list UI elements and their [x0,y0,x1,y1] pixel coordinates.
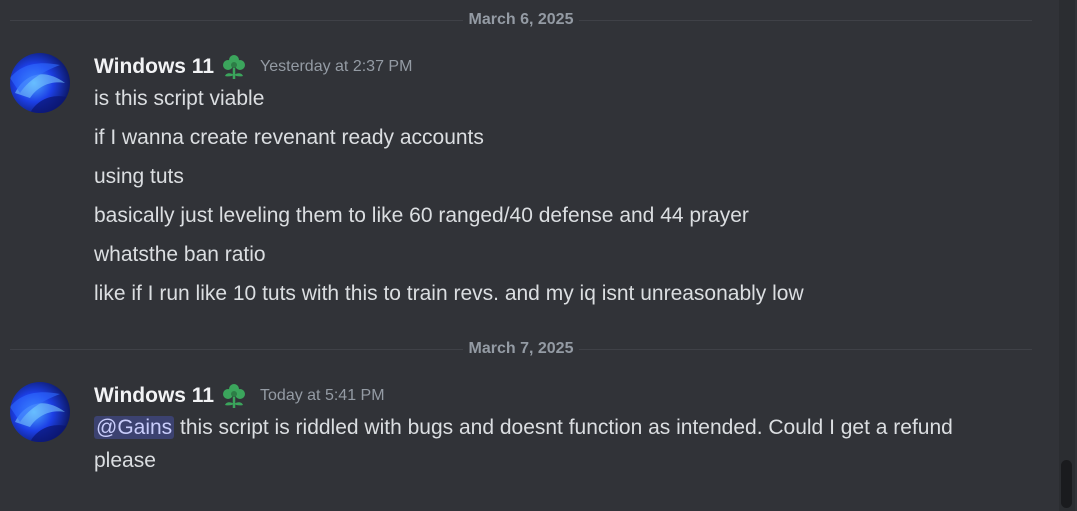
avatar-image [10,382,70,442]
message-header: Windows 11 Yesterday at 2:37 PM [94,53,412,81]
scrollbar-thumb[interactable] [1061,460,1072,508]
timestamp[interactable]: Today at 5:41 PM [260,387,385,405]
flower-icon[interactable] [220,53,248,81]
message-header: Windows 11 Today at 5:41 PM [94,382,385,410]
date-divider-label: March 6, 2025 [462,11,580,28]
message-line: whatsthe ban ratio [94,243,266,266]
avatar[interactable] [10,53,70,113]
message-line: is this script viable [94,87,265,110]
chat-view: March 6, 2025 Windows 11 Yesterday at 2:… [0,0,1077,511]
avatar-image [10,53,70,113]
date-divider: March 7, 2025 [10,340,1032,357]
username[interactable]: Windows 11 [94,55,214,79]
date-divider-label: March 7, 2025 [462,340,580,357]
scrollbar-track[interactable] [1059,0,1075,511]
message-line: if I wanna create revenant ready account… [94,126,484,149]
message-line: using tuts [94,165,184,188]
flower-icon[interactable] [220,382,248,410]
message-text: this script is riddled with bugs and doe… [94,416,953,472]
message-line: like if I run like 10 tuts with this to … [94,282,804,305]
username[interactable]: Windows 11 [94,384,214,408]
user-mention[interactable]: @Gains [94,416,175,439]
avatar[interactable] [10,382,70,442]
timestamp[interactable]: Yesterday at 2:37 PM [260,58,412,76]
message-line: basically just leveling them to like 60 … [94,204,749,227]
date-divider: March 6, 2025 [10,11,1032,28]
message-line: @Gains this script is riddled with bugs … [94,411,994,477]
